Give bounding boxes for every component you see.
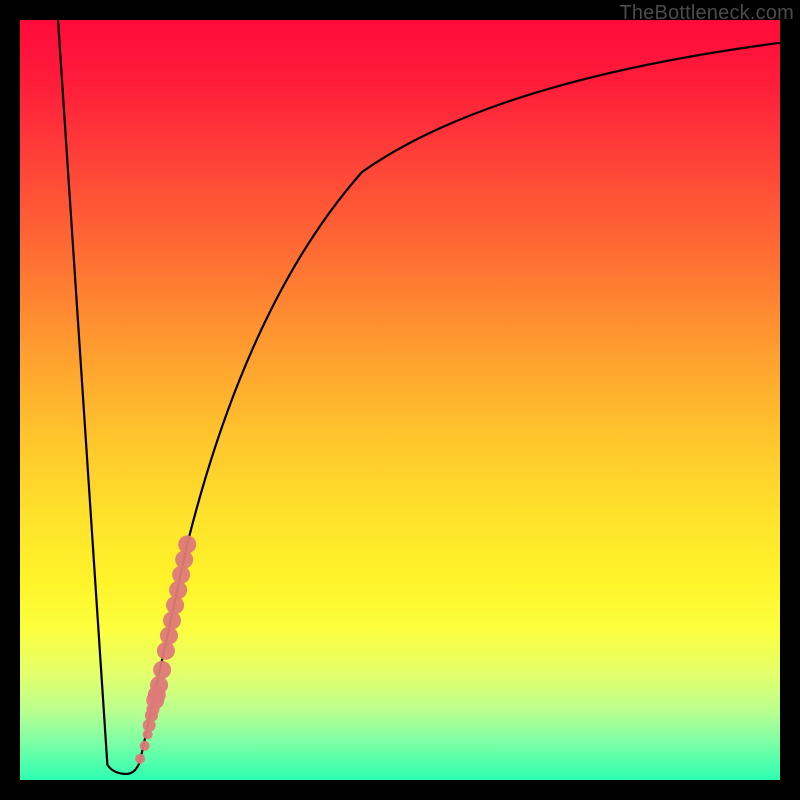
chart-container: TheBottleneck.com <box>0 0 800 800</box>
chart-svg <box>20 20 780 780</box>
highlighted-points <box>135 535 196 763</box>
bottleneck-curve <box>58 20 780 774</box>
